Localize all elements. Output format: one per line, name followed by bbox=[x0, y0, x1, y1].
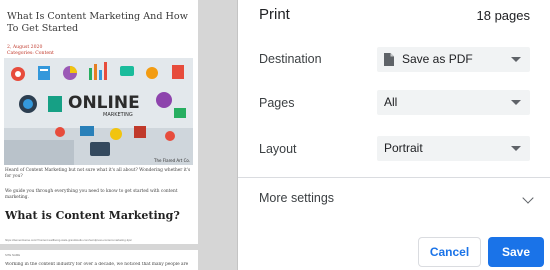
article-paragraph: Working in the content industry for over… bbox=[5, 262, 189, 267]
hero-subheadline: MARKETING bbox=[103, 112, 133, 118]
caret-down-icon bbox=[511, 146, 521, 151]
pages-value: All bbox=[384, 95, 398, 109]
print-settings-panel: Print 18 pages Destination Save as PDF P… bbox=[238, 0, 550, 270]
article-category: Categories: Content bbox=[7, 51, 54, 56]
more-settings-toggle[interactable]: More settings bbox=[259, 191, 334, 205]
page-footer-url: https://dementiverse.com/?content-wellbe… bbox=[5, 238, 132, 242]
hero-headline: ONLINE bbox=[68, 93, 140, 113]
article-title: What Is Content Marketing And How To Get… bbox=[7, 11, 188, 34]
dialog-title: Print bbox=[259, 6, 290, 23]
article-paragraph: We guide you through everything you need… bbox=[5, 189, 178, 200]
pages-label: Pages bbox=[259, 96, 295, 110]
page-count: 18 pages bbox=[476, 8, 531, 23]
print-preview: What Is Content Marketing And How To Get… bbox=[0, 0, 238, 270]
preview-page-1: What Is Content Marketing And How To Get… bbox=[0, 0, 198, 244]
destination-select[interactable]: Save as PDF bbox=[377, 47, 530, 72]
layout-label: Layout bbox=[259, 142, 297, 156]
file-icon bbox=[384, 53, 394, 66]
article-date: 2, August 2020 bbox=[7, 45, 43, 50]
page-header: SITE NAME bbox=[5, 253, 21, 257]
section-divider bbox=[238, 177, 550, 178]
save-button[interactable]: Save bbox=[488, 237, 544, 267]
cancel-button[interactable]: Cancel bbox=[418, 237, 481, 267]
hero-caption: The Flared Art Co. bbox=[153, 158, 190, 163]
destination-label: Destination bbox=[259, 52, 322, 66]
article-paragraph: Heard of Content Marketing but not sure … bbox=[5, 168, 191, 179]
article-heading: What is Content Marketing? bbox=[5, 209, 180, 222]
online-marketing-illustration: ONLINE MARKETING The Flared Art Co. bbox=[4, 58, 193, 165]
destination-value: Save as PDF bbox=[402, 52, 473, 66]
pages-select[interactable]: All bbox=[377, 90, 530, 115]
layout-value: Portrait bbox=[384, 141, 423, 155]
caret-down-icon bbox=[511, 57, 521, 62]
chevron-down-icon[interactable] bbox=[522, 192, 534, 204]
hero-image: ONLINE MARKETING The Flared Art Co. bbox=[4, 58, 193, 165]
caret-down-icon bbox=[511, 100, 521, 105]
layout-select[interactable]: Portrait bbox=[377, 136, 530, 161]
preview-page-2: SITE NAME Working in the content industr… bbox=[0, 250, 198, 270]
